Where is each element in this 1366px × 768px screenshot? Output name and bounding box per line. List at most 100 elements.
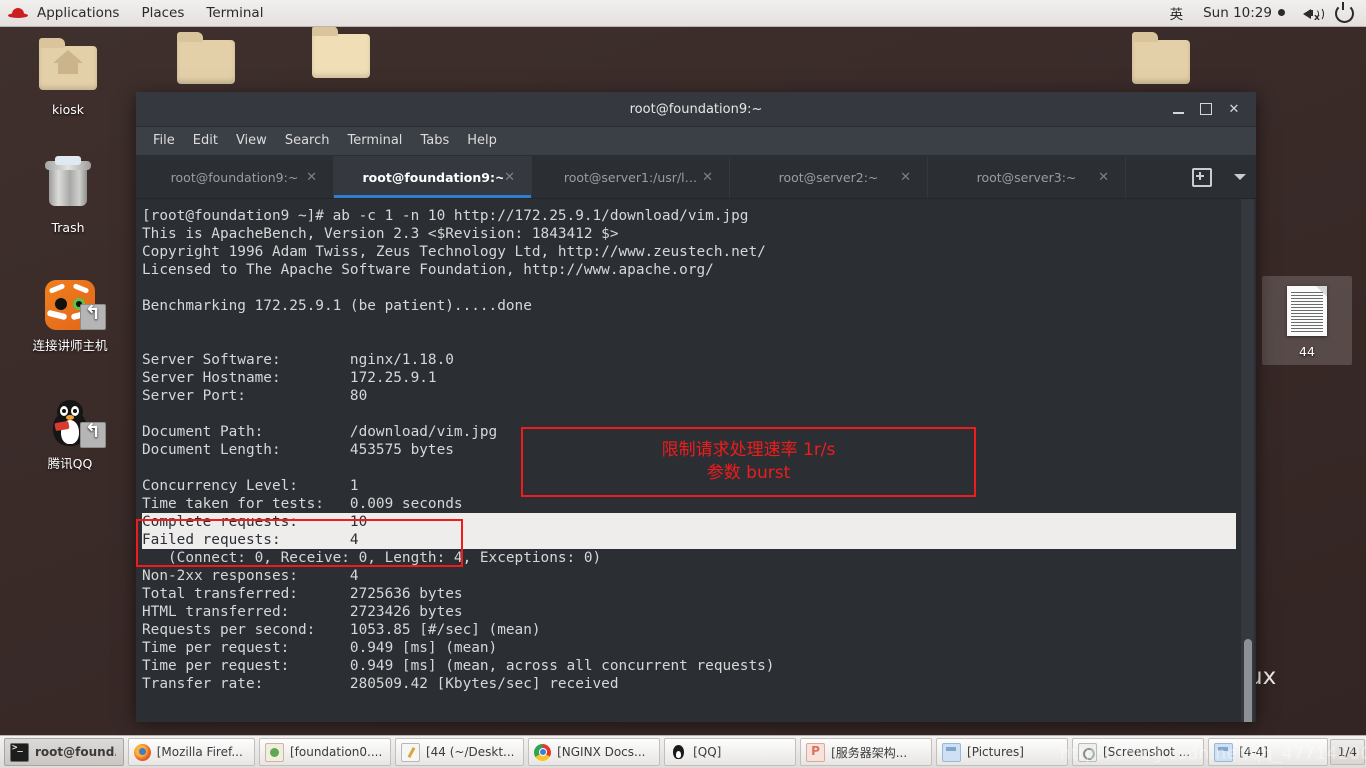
- redhat-logo-icon[interactable]: [8, 6, 28, 20]
- taskbar-item-4-4[interactable]: [4-4]: [1208, 738, 1328, 766]
- desktop-icon-44[interactable]: 44: [1262, 276, 1352, 365]
- screenshot-icon: [1078, 742, 1098, 762]
- taskbar-item-label: root@found...: [35, 745, 116, 759]
- terminal-titlebar[interactable]: root@foundation9:~ ✕: [136, 92, 1256, 127]
- taskbar-item-label: [Mozilla Firef...: [156, 745, 243, 759]
- tab-close-icon[interactable]: ✕: [1098, 170, 1109, 185]
- terminal-icon: [10, 742, 29, 762]
- tab-label: root@server1:/usr/l…: [563, 169, 698, 185]
- menu-search[interactable]: Search: [276, 128, 339, 154]
- taskbar-item-editor[interactable]: [44 (~/Deskt...: [394, 738, 525, 766]
- taskbar-item-firefox[interactable]: [Mozilla Firef...: [127, 738, 255, 766]
- annotation-highlight-box: [136, 519, 463, 567]
- taskbar-item-chrome[interactable]: [NGINX Docs...: [528, 738, 661, 766]
- terminal-line: [root@foundation9 ~]# ab -c 1 -n 10 http…: [142, 208, 749, 224]
- terminal-line: HTML transferred: 2723426 bytes: [142, 604, 463, 620]
- terminal-title: root@foundation9:~: [629, 101, 763, 117]
- folder-home-icon: [20, 38, 116, 98]
- minimize-button[interactable]: [1164, 95, 1192, 123]
- tab-close-icon[interactable]: ✕: [900, 170, 911, 185]
- speaker-muted-icon[interactable]: x: [1303, 5, 1324, 23]
- file-manager-icon: [264, 742, 284, 762]
- terminal-window[interactable]: root@foundation9:~ ✕ File Edit View Sear…: [136, 92, 1256, 722]
- maximize-button[interactable]: [1192, 95, 1220, 123]
- desktop-icon-connect-instructor[interactable]: 连接讲师主机: [20, 276, 120, 353]
- terminal-line: Transfer rate: 280509.42 [Kbytes/sec] re…: [142, 676, 619, 692]
- terminal-tab-4[interactable]: root@server2:~ ✕: [730, 156, 928, 198]
- terminal-tab-2[interactable]: root@foundation9:~ ✕: [334, 156, 532, 198]
- annotation-note-line2: 参数 burst: [706, 463, 791, 483]
- clock[interactable]: Sun 10:29: [1193, 5, 1295, 21]
- open-box-icon: [293, 26, 389, 86]
- qq-icon: [670, 744, 687, 761]
- menu-view[interactable]: View: [227, 128, 276, 154]
- top-panel: Applications Places Terminal 英 Sun 10:29…: [0, 0, 1366, 27]
- shortcut-arrow-icon: [80, 422, 106, 448]
- annotation-note-line1: 限制请求处理速率 1r/s: [661, 440, 836, 460]
- taskbar-item-label: [44 (~/Deskt...: [425, 745, 515, 759]
- terminal-line: Non-2xx responses: 4: [142, 568, 359, 584]
- menu-terminal[interactable]: Terminal: [338, 128, 411, 154]
- terminal-tab-1[interactable]: root@foundation9:~ ✕: [136, 156, 334, 198]
- power-icon[interactable]: [1335, 1, 1354, 23]
- chrome-icon: [534, 743, 552, 761]
- terminal-line: Time taken for tests: 0.009 seconds: [142, 496, 463, 512]
- terminal-line: Total transferred: 2725636 bytes: [142, 586, 463, 602]
- text-editor-icon: [400, 742, 420, 762]
- terminal-line: Time per request: 0.949 [ms] (mean): [142, 640, 498, 656]
- menu-applications[interactable]: Applications: [26, 1, 130, 26]
- desktop-icon-label: 44: [1299, 344, 1315, 359]
- terminal-tab-3[interactable]: root@server1:/usr/l… ✕: [532, 156, 730, 198]
- menu-edit[interactable]: Edit: [184, 128, 227, 154]
- menu-terminal[interactable]: Terminal: [195, 1, 274, 26]
- taskbar-item-pictures[interactable]: [Pictures]: [936, 738, 1069, 766]
- terminal-line: Server Software: nginx/1.18.0: [142, 352, 454, 368]
- tab-close-icon[interactable]: ✕: [504, 170, 515, 185]
- tiger-icon: [20, 276, 120, 334]
- terminal-tab-5[interactable]: root@server3:~ ✕: [928, 156, 1126, 198]
- tab-close-icon[interactable]: ✕: [306, 170, 317, 185]
- taskbar-item-terminal[interactable]: root@found...: [4, 738, 124, 766]
- trash-icon: [20, 156, 116, 216]
- desktop-folder-icon-3[interactable]: [1113, 32, 1209, 96]
- menu-tabs[interactable]: Tabs: [411, 128, 458, 154]
- desktop-icon-kiosk[interactable]: kiosk: [20, 38, 116, 117]
- input-method-indicator[interactable]: 英: [1160, 3, 1194, 23]
- new-tab-icon[interactable]: [1192, 167, 1212, 187]
- scrollbar-thumb[interactable]: [1244, 639, 1252, 722]
- taskbar-item-pdf[interactable]: [服务器架构...: [800, 738, 933, 766]
- desktop-folder-icon-2[interactable]: [293, 26, 389, 90]
- document-icon: [1262, 282, 1352, 340]
- tab-close-icon[interactable]: ✕: [702, 170, 713, 185]
- menu-file[interactable]: File: [144, 128, 184, 154]
- close-button[interactable]: ✕: [1220, 95, 1248, 123]
- terminal-scrollbar[interactable]: [1241, 199, 1254, 722]
- menu-help[interactable]: Help: [458, 128, 506, 154]
- folder-icon: [158, 32, 254, 92]
- desktop-icon-trash[interactable]: Trash: [20, 156, 116, 235]
- desktop-folder-icon-1[interactable]: [158, 32, 254, 96]
- taskbar-item-label: [NGINX Docs...: [557, 745, 646, 759]
- tab-label: root@foundation9:~: [362, 169, 503, 185]
- desktop-icon-label: 腾讯QQ: [47, 456, 93, 471]
- workspace-indicator[interactable]: 1/4: [1329, 739, 1366, 765]
- terminal-line: Requests per second: 1053.85 [#/sec] (me…: [142, 622, 541, 638]
- desktop-icon-label: 连接讲师主机: [32, 338, 108, 353]
- chevron-down-icon[interactable]: [1234, 174, 1246, 180]
- desktop-icon-label: kiosk: [51, 102, 85, 117]
- clock-text: Sun 10:29: [1203, 5, 1272, 21]
- taskbar-item-label: [foundation0....: [289, 745, 383, 759]
- terminal-tabbar: root@foundation9:~ ✕ root@foundation9:~ …: [136, 156, 1256, 199]
- shortcut-arrow-icon: [80, 304, 106, 330]
- pictures-icon: [942, 742, 962, 762]
- taskbar-item-file-manager[interactable]: [foundation0....: [258, 738, 391, 766]
- desktop-icon-qq[interactable]: 腾讯QQ: [20, 394, 120, 471]
- taskbar-item-screenshot[interactable]: [Screenshot ...: [1072, 738, 1205, 766]
- terminal-line: Time per request: 0.949 [ms] (mean, acro…: [142, 658, 775, 674]
- taskbar-item-label: [4-4]: [1239, 745, 1268, 759]
- folder-icon: [1113, 32, 1209, 92]
- menu-places[interactable]: Places: [130, 1, 195, 26]
- taskbar-item-qq[interactable]: [QQ]: [664, 738, 797, 766]
